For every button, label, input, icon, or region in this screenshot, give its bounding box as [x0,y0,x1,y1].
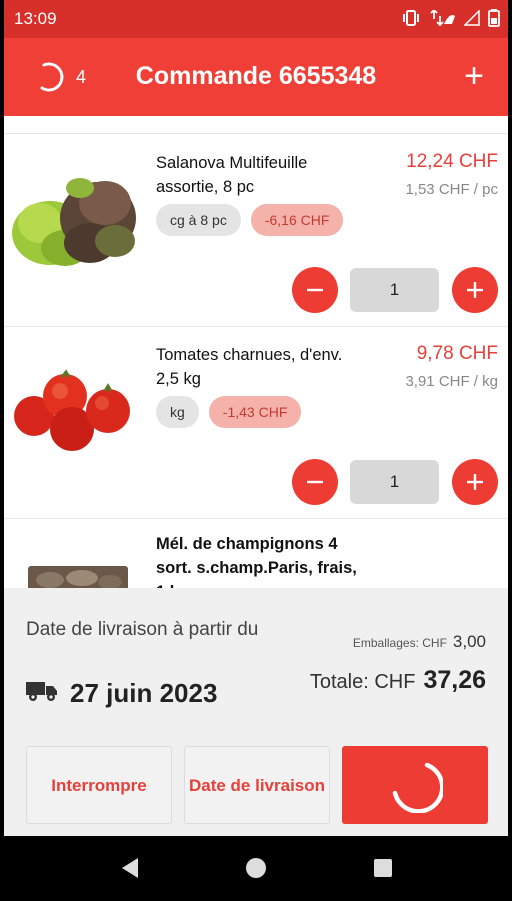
confirm-button[interactable] [342,746,488,824]
packaging-cost: Emballages: CHF 3,00 [353,632,486,652]
data-transfer-icon [428,8,456,31]
vibrate-icon [402,10,420,31]
product-chips: cg à 8 pc -6,16 CHF [156,204,344,236]
recent-apps-icon[interactable] [374,859,392,877]
packaging-label: Emballages: CHF [352,636,447,650]
minus-icon [307,288,323,292]
increase-quantity-button[interactable] [452,459,498,505]
unit-chip: cg à 8 pc [156,204,241,236]
loading-spinner-icon [392,762,443,813]
product-name: Tomates charnues, d'env. 2,5 kg [156,346,343,388]
product-name: Salanova Multifeuille assortie, 8 pc [156,154,308,196]
minus-icon [307,480,323,484]
quantity-field[interactable]: 1 [350,460,439,504]
order-footer: Date de livraison à partir du 27 juin 20… [4,588,508,836]
product-price-unit: 1,53 CHF / pc [405,181,498,198]
discount-chip: -6,16 CHF [250,204,344,236]
quantity-field[interactable]: 1 [350,268,439,312]
product-list[interactable]: Salanova Multifeuille assortie, 8 pc 12,… [4,116,508,588]
device-screen: 13:09 4 Commande 6655348 + Salanova Mult… [4,0,508,901]
product-image-lettuce [12,178,136,266]
status-icons [402,8,500,32]
list-top-spacer [4,116,508,134]
product-price-total: 9,78 CHF [416,343,498,364]
app-bar: 4 Commande 6655348 + [4,38,508,116]
delivery-date: 27 juin 2023 [70,678,218,708]
total-value: 37,26 [423,666,486,694]
list-item[interactable]: Tomates charnues, d'env. 2,5 kg 9,78 CHF… [4,327,508,519]
unit-chip: kg [156,396,199,428]
home-icon[interactable] [246,858,266,878]
product-image-tomatoes [14,369,130,451]
product-price-unit: 3,91 CHF / kg [405,373,498,390]
total-label: Totale: CHF [309,671,416,693]
back-icon[interactable] [122,858,138,878]
status-time: 13:09 [14,9,57,28]
truck-icon [26,682,57,701]
decrease-quantity-button[interactable] [292,459,338,505]
page-title: Commande 6655348 [135,62,377,90]
signal-icon [463,9,480,31]
plus-icon [467,282,483,298]
packaging-value: 3,00 [452,632,486,651]
delivery-date-label: Date de livraison à partir du [26,619,259,640]
plus-icon [467,474,483,490]
product-price-total: 12,24 CHF [406,151,498,172]
delivery-date-button[interactable]: Date de livraison [184,746,330,824]
order-total: Totale: CHF 37,26 [310,666,486,695]
list-item[interactable]: Salanova Multifeuille assortie, 8 pc 12,… [4,135,508,327]
system-nav-bar [4,836,508,901]
discount-chip: -1,43 CHF [208,396,302,428]
product-name: Mél. de champignons 4 sort. s.champ.Pari… [156,535,357,588]
product-chips: kg -1,43 CHF [156,396,302,428]
increase-quantity-button[interactable] [452,267,498,313]
interrupt-button[interactable]: Interrompre [26,746,172,824]
decrease-quantity-button[interactable] [292,267,338,313]
battery-icon [488,9,500,32]
plus-icon[interactable]: + [464,56,484,96]
list-item[interactable]: Mél. de champignons 4 sort. s.champ.Pari… [4,518,508,588]
status-bar: 13:09 [4,0,508,38]
product-image-mushrooms [28,566,128,588]
